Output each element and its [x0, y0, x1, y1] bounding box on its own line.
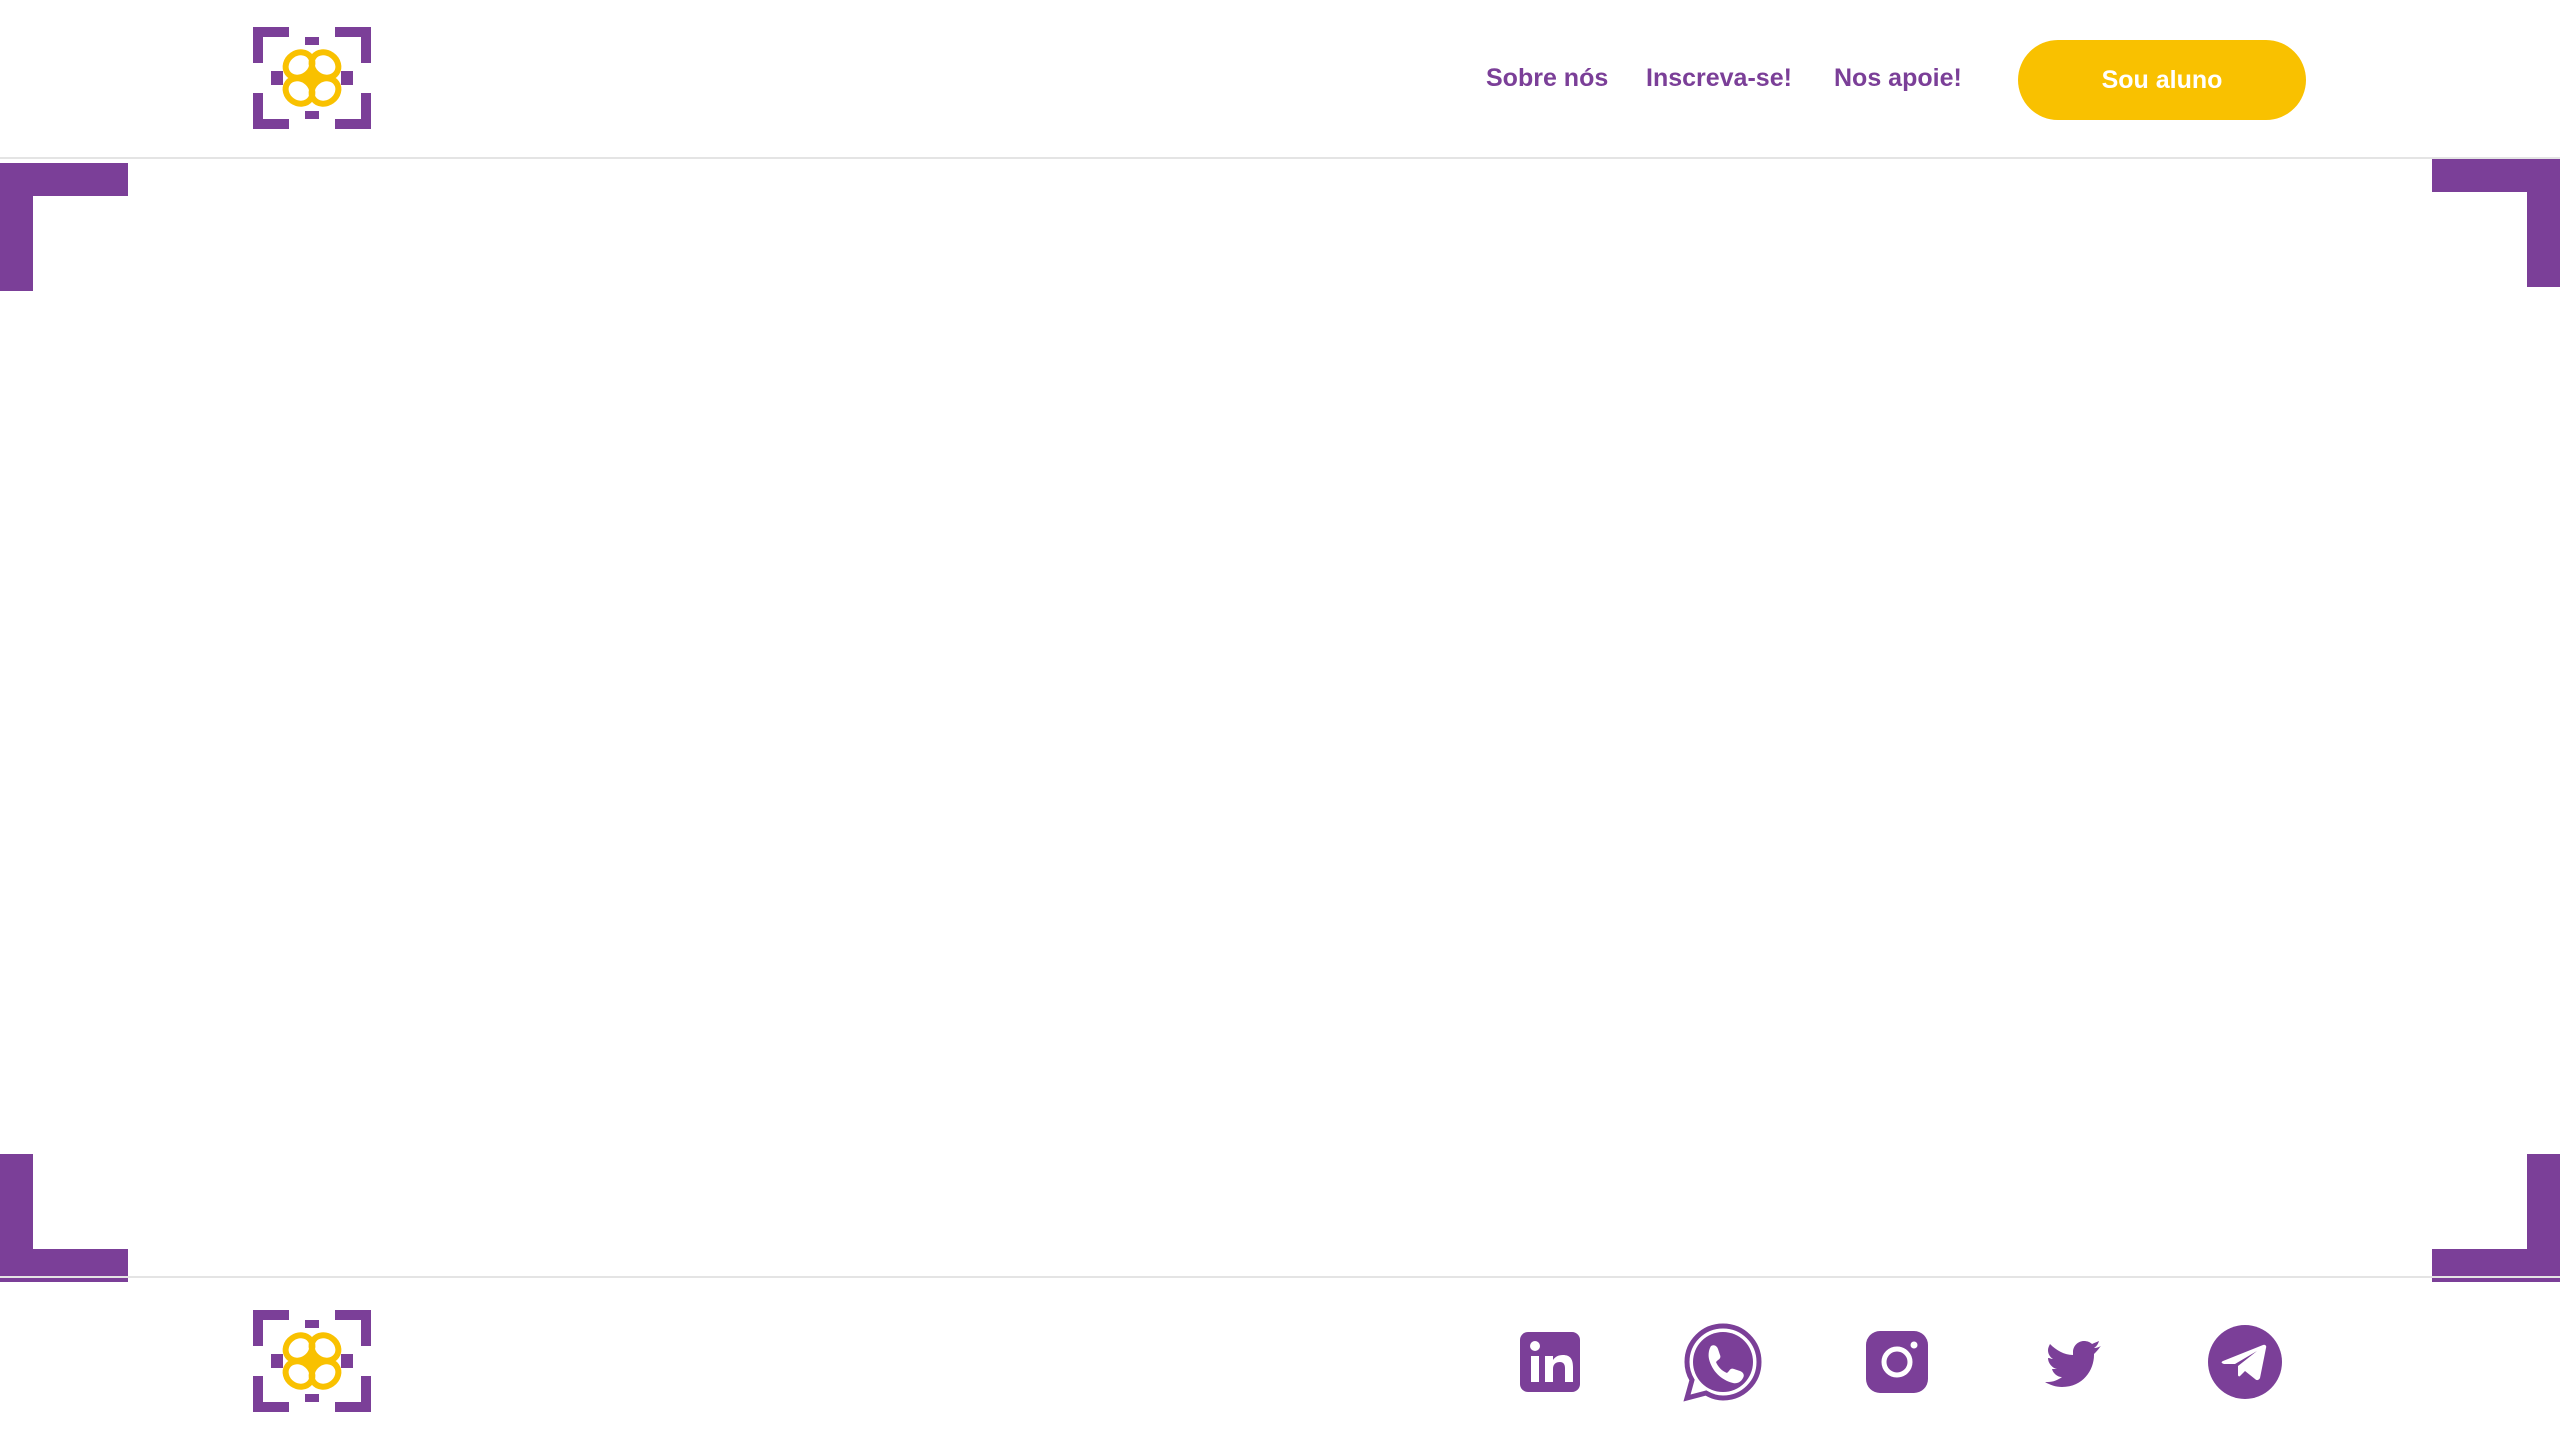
whatsapp-icon[interactable] [1683, 1322, 1763, 1402]
student-login-button[interactable]: Sou aluno [2018, 40, 2306, 120]
main-content [0, 159, 2560, 1282]
nav-link-apoie[interactable]: Nos apoie! [1834, 64, 1962, 93]
site-header: Sobre nós Inscreva-se! Nos apoie! Sou al… [0, 0, 2560, 159]
corner-bracket-bottom-left [0, 1154, 128, 1282]
instagram-icon[interactable] [1857, 1322, 1937, 1402]
page: Sobre nós Inscreva-se! Nos apoie! Sou al… [0, 0, 2560, 1440]
telegram-icon[interactable] [2205, 1322, 2285, 1402]
corner-bracket-top-left [0, 163, 128, 291]
nav-link-sobre[interactable]: Sobre nós [1486, 64, 1608, 93]
butterfly-logo-icon [253, 1310, 371, 1412]
corner-bracket-bottom-right [2432, 1154, 2560, 1282]
nav-link-inscreva[interactable]: Inscreva-se! [1646, 64, 1792, 93]
header-logo[interactable] [253, 27, 371, 129]
linkedin-icon[interactable] [1510, 1322, 1590, 1402]
butterfly-logo-icon [253, 27, 371, 129]
corner-bracket-top-right [2432, 159, 2560, 287]
footer-logo[interactable] [253, 1310, 371, 1412]
site-footer [0, 1276, 2560, 1440]
twitter-icon[interactable] [2031, 1322, 2111, 1402]
